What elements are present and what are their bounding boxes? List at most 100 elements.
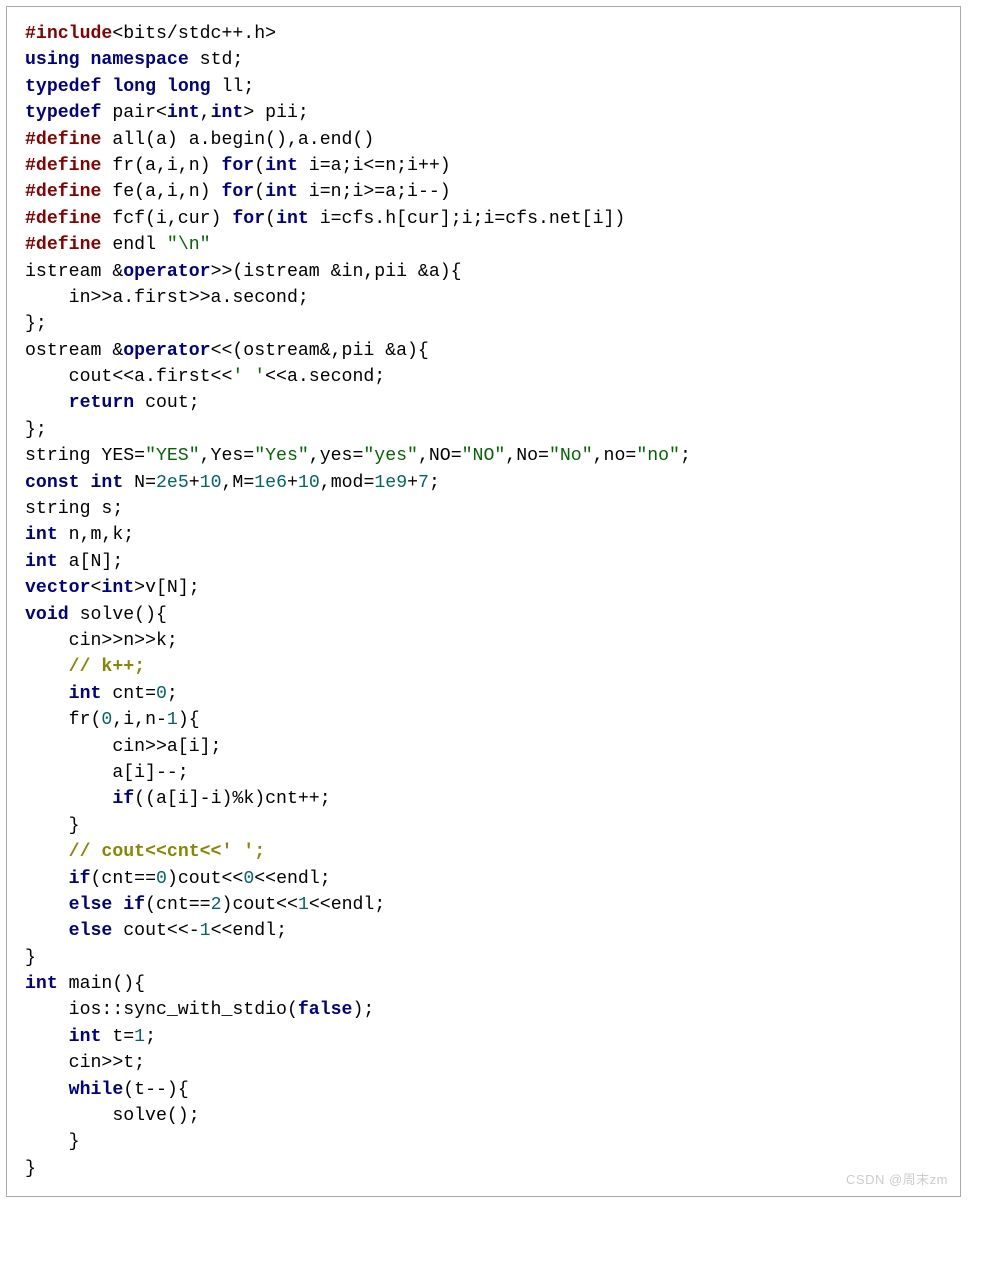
code-token: false (298, 1000, 353, 1020)
code-token: if (123, 895, 145, 915)
code-token: a[i]--; (25, 763, 189, 783)
code-token: )cout<< (167, 869, 243, 889)
code-token: > pii; (243, 103, 309, 123)
code-token: int (101, 578, 134, 598)
code-token: ll; (211, 77, 255, 97)
code-token (25, 1027, 69, 1047)
code-token: int (25, 974, 58, 994)
code-token: fr(a,i,n) (101, 156, 221, 176)
code-token: ( (254, 182, 265, 202)
code-token (25, 895, 69, 915)
code-token: a[N]; (58, 552, 124, 572)
code-token: ,M= (222, 473, 255, 493)
code-token (25, 869, 69, 889)
code-token: (t--){ (123, 1080, 189, 1100)
code-token (25, 393, 69, 413)
code-token: }; (25, 420, 47, 440)
code-token: ios::sync_with_stdio( (25, 1000, 298, 1020)
code-token: }; (25, 314, 47, 334)
code-token: 0 (156, 684, 167, 704)
code-token: >v[N]; (134, 578, 200, 598)
code-token: int (25, 525, 58, 545)
code-token: int (25, 552, 58, 572)
code-token: cout; (134, 393, 200, 413)
code-token: #define (25, 235, 101, 255)
code-token: operator (123, 341, 210, 361)
code-token: return (69, 393, 135, 413)
code-token: } (25, 948, 36, 968)
code-token: ,NO= (418, 446, 462, 466)
code-token: 1e6 (254, 473, 287, 493)
code-token: 1 (200, 921, 211, 941)
code-token: i=a;i<=n;i++) (298, 156, 451, 176)
code-token: < (91, 578, 102, 598)
code-token: solve(); (25, 1106, 200, 1126)
code-token: cout<<- (112, 921, 199, 941)
code-token: int (265, 156, 298, 176)
code-token: 0 (101, 710, 112, 730)
code-token: typedef (25, 77, 101, 97)
code-token (101, 77, 112, 97)
code-token: if (69, 869, 91, 889)
code-token: solve(){ (69, 605, 167, 625)
code-token: "YES" (145, 446, 200, 466)
code-token: <<endl; (309, 895, 385, 915)
code-token: 1e9 (374, 473, 407, 493)
code-token: using (25, 50, 80, 70)
code-token: 2 (211, 895, 222, 915)
code-token: fcf(i,cur) (101, 209, 232, 229)
code-token: #define (25, 130, 101, 150)
code-token: int (69, 1027, 102, 1047)
code-token: 10 (298, 473, 320, 493)
code-token: int (276, 209, 309, 229)
code-block-container: #include<bits/stdc++.h> using namespace … (6, 6, 961, 1197)
code-token: ; (167, 684, 178, 704)
code-token: void (25, 605, 69, 625)
code-token: #define (25, 209, 101, 229)
code-token: for (221, 182, 254, 202)
code-token: ,no= (593, 446, 637, 466)
code-token: fe(a,i,n) (101, 182, 221, 202)
code-token: ); (352, 1000, 374, 1020)
code-token: ((a[i]-i)%k)cnt++; (134, 789, 330, 809)
code-token: #include (25, 24, 112, 44)
code-token: long (112, 77, 156, 97)
code-token: vector (25, 578, 91, 598)
code-token: istream & (25, 262, 123, 282)
code-token: int (69, 684, 102, 704)
code-token: ){ (178, 710, 200, 730)
code-token (112, 895, 123, 915)
code-token: cnt= (101, 684, 156, 704)
code-token: , (200, 103, 211, 123)
code-token: (cnt== (91, 869, 157, 889)
code-token: pair< (101, 103, 167, 123)
code-token: "yes" (363, 446, 418, 466)
code-token: 7 (418, 473, 429, 493)
code-token: operator (123, 262, 210, 282)
code-token: while (69, 1080, 124, 1100)
code-token: namespace (91, 50, 189, 70)
code-token: ; (429, 473, 440, 493)
code-token: if (112, 789, 134, 809)
code-token: ; (680, 446, 691, 466)
code-token: ( (254, 156, 265, 176)
code-token: + (407, 473, 418, 493)
code-token: ,Yes= (200, 446, 255, 466)
code-token: 0 (243, 869, 254, 889)
code-token (80, 50, 91, 70)
code-token (25, 921, 69, 941)
code-token (25, 657, 69, 677)
code-token (25, 789, 112, 809)
code-token: ,i,n- (112, 710, 167, 730)
code-token: 2e5 (156, 473, 189, 493)
code-token (156, 77, 167, 97)
code-token: #define (25, 156, 101, 176)
code-block: #include<bits/stdc++.h> using namespace … (25, 21, 942, 1182)
code-token: i=n;i>=a;i--) (298, 182, 451, 202)
code-token: all(a) a.begin(),a.end() (101, 130, 374, 150)
code-token (25, 842, 69, 862)
code-token: + (189, 473, 200, 493)
code-token: ; (145, 1027, 156, 1047)
code-token: else (69, 921, 113, 941)
code-token: "no" (636, 446, 680, 466)
